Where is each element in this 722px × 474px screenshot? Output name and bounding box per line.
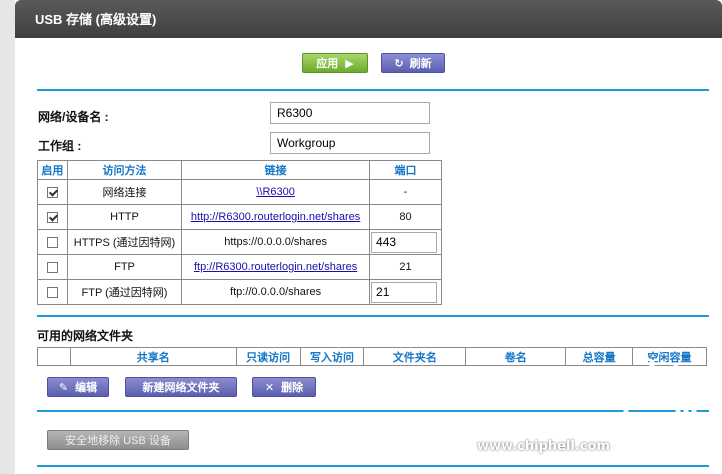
edit-label: 编辑 bbox=[75, 382, 98, 394]
link-text-https: https://0.0.0.0/shares bbox=[181, 229, 371, 255]
header-enable: 启用 bbox=[37, 160, 68, 180]
folders-header-write-access: 写入访问 bbox=[299, 347, 365, 366]
chiphell-logo-icon bbox=[621, 360, 705, 451]
table-row: FTP ftp://R6300.routerlogin.net/shares 2… bbox=[37, 254, 442, 280]
refresh-label: 刷新 bbox=[409, 58, 432, 70]
safe-remove-usb-button[interactable]: 安全地移除 USB 设备 bbox=[47, 430, 189, 450]
table-row: FTP (通过因特网) ftp://0.0.0.0/shares bbox=[37, 279, 442, 305]
watermark-url: www.chiphell.com bbox=[477, 439, 610, 454]
device-name-input[interactable] bbox=[270, 102, 430, 124]
port-input-https[interactable] bbox=[371, 231, 438, 253]
port-cell: - bbox=[369, 179, 442, 205]
divider-bottom bbox=[37, 465, 709, 467]
header-link: 链接 bbox=[181, 160, 371, 180]
enable-checkbox-https[interactable] bbox=[46, 236, 58, 248]
folders-header-read-access: 只读访问 bbox=[235, 347, 301, 366]
enable-checkbox-ftp-internet[interactable] bbox=[46, 286, 58, 298]
enable-checkbox-http[interactable] bbox=[46, 211, 58, 223]
new-folder-button[interactable]: 新建网络文件夹 bbox=[125, 377, 237, 397]
folders-header-share-name: 共享名 bbox=[69, 347, 237, 366]
header-port: 端口 bbox=[369, 160, 442, 180]
link-http[interactable]: http://R6300.routerlogin.net/shares bbox=[191, 211, 360, 223]
refresh-button[interactable]: ↻ 刷新 bbox=[381, 53, 445, 73]
chiphell-watermark: www.chiphell.com bbox=[477, 350, 716, 460]
method-cell: 网络连接 bbox=[66, 179, 183, 205]
workgroup-input[interactable] bbox=[270, 132, 430, 154]
delete-button[interactable]: ✕ 删除 bbox=[252, 377, 316, 397]
folders-section-title: 可用的网络文件夹 bbox=[37, 329, 134, 343]
play-icon: ▶ bbox=[345, 58, 354, 70]
method-cell: HTTPS (通过因特网) bbox=[66, 229, 183, 255]
edit-button[interactable]: ✎ 编辑 bbox=[47, 377, 109, 397]
link-text-ftp-internet: ftp://0.0.0.0/shares bbox=[181, 279, 371, 305]
table-row: HTTP http://R6300.routerlogin.net/shares… bbox=[37, 204, 442, 230]
table-row: HTTPS (通过因特网) https://0.0.0.0/shares bbox=[37, 229, 442, 255]
method-cell: FTP bbox=[66, 254, 183, 280]
window-title: USB 存储 (高级设置) bbox=[15, 0, 722, 38]
delete-label: 删除 bbox=[281, 382, 304, 394]
pencil-icon: ✎ bbox=[58, 382, 69, 394]
folders-header-folder-name: 文件夹名 bbox=[363, 347, 467, 366]
apply-label: 应用 bbox=[316, 58, 339, 70]
table-header-row: 启用 访问方法 链接 端口 bbox=[37, 160, 442, 180]
apply-button[interactable]: 应用 ▶ bbox=[302, 53, 368, 73]
close-icon: ✕ bbox=[264, 382, 275, 394]
device-name-label: 网络/设备名 : bbox=[38, 110, 109, 124]
method-cell: FTP (通过因特网) bbox=[66, 279, 183, 305]
table-row: 网络连接 \\R6300 - bbox=[37, 179, 442, 205]
new-folder-label: 新建网络文件夹 bbox=[142, 382, 220, 394]
enable-checkbox-ftp[interactable] bbox=[46, 261, 58, 273]
link-network[interactable]: \\R6300 bbox=[256, 186, 295, 198]
port-input-ftp-internet[interactable] bbox=[371, 281, 438, 303]
workgroup-label: 工作组 : bbox=[38, 139, 82, 153]
port-cell: 21 bbox=[369, 254, 442, 280]
folders-header-select bbox=[37, 347, 71, 366]
method-cell: HTTP bbox=[66, 204, 183, 230]
divider-middle bbox=[37, 315, 709, 317]
divider-top bbox=[37, 89, 709, 91]
refresh-icon: ↻ bbox=[394, 58, 404, 70]
access-methods-table: 启用 访问方法 链接 端口 网络连接 \\R6300 - HTTP http:/… bbox=[37, 160, 442, 305]
enable-checkbox-network[interactable] bbox=[46, 186, 58, 198]
header-method: 访问方法 bbox=[66, 160, 183, 180]
port-cell: 80 bbox=[369, 204, 442, 230]
link-ftp[interactable]: ftp://R6300.routerlogin.net/shares bbox=[194, 261, 357, 273]
safe-remove-label: 安全地移除 USB 设备 bbox=[65, 435, 171, 447]
